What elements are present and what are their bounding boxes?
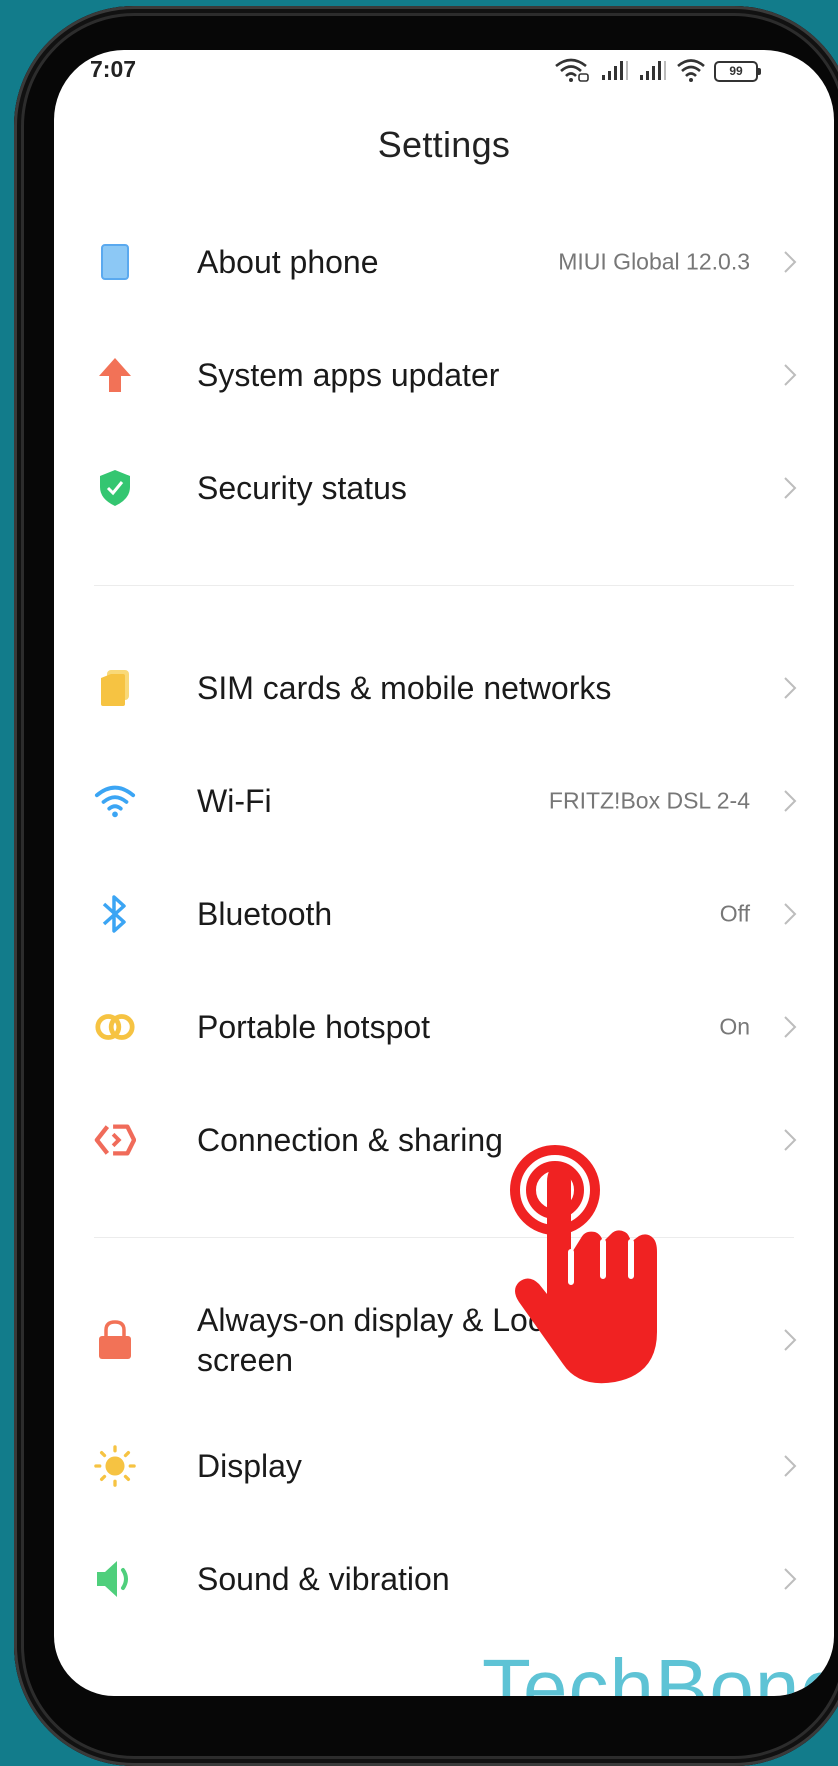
settings-item-value: On	[719, 1013, 750, 1040]
settings-item-portable-hotspot[interactable]: Portable hotspot On	[54, 977, 834, 1077]
settings-item-value: FRITZ!Box DSL 2-4	[548, 787, 750, 814]
chevron-right-icon	[784, 1329, 797, 1351]
lock-icon	[94, 1319, 136, 1361]
chevron-right-icon	[784, 1455, 797, 1477]
connection-sharing-icon	[94, 1119, 136, 1161]
sun-icon	[94, 1445, 136, 1487]
arrow-up-icon	[94, 354, 136, 396]
settings-item-label: Sound & vibration	[197, 1561, 450, 1597]
settings-screen: 7:07 99 Settings About phone MIUI Global…	[54, 50, 834, 1696]
settings-item-label-line2: screen	[197, 1342, 294, 1378]
chevron-right-icon	[784, 677, 797, 699]
shield-check-icon	[94, 467, 136, 509]
chevron-right-icon	[784, 1129, 797, 1151]
settings-item-label: Security status	[197, 470, 407, 506]
chevron-right-icon	[784, 790, 797, 812]
settings-item-connection-sharing[interactable]: Connection & sharing	[54, 1090, 834, 1190]
settings-item-wifi[interactable]: Wi-Fi FRITZ!Box DSL 2-4	[54, 751, 834, 851]
bluetooth-icon	[94, 893, 136, 935]
settings-item-system-apps-updater[interactable]: System apps updater	[54, 325, 834, 425]
battery-icon: 99	[714, 61, 761, 82]
chevron-right-icon	[784, 477, 797, 499]
tap-hand-icon	[510, 1145, 657, 1384]
settings-item-label-line1: Always-on display & Lock	[197, 1302, 560, 1338]
settings-item-label: About phone	[197, 244, 379, 280]
status-time: 7:07	[90, 56, 137, 82]
settings-item-label: System apps updater	[197, 357, 500, 393]
settings-item-about-phone[interactable]: About phone MIUI Global 12.0.3	[54, 212, 834, 312]
status-bar: 7:07 99	[54, 50, 834, 90]
wifi-icon	[677, 59, 705, 82]
settings-item-label: Always-on display & Lock screen	[197, 1300, 560, 1380]
settings-item-always-on-display[interactable]: Always-on display & Lock screen	[54, 1290, 834, 1390]
phone-icon	[94, 241, 136, 283]
signal-icon	[602, 61, 628, 80]
settings-item-label: Wi-Fi	[197, 783, 272, 819]
settings-item-display[interactable]: Display	[54, 1416, 834, 1516]
signal-icon	[640, 61, 666, 80]
settings-item-sim-cards[interactable]: SIM cards & mobile networks	[54, 638, 834, 738]
settings-item-label: Bluetooth	[197, 896, 333, 932]
settings-item-value: Off	[719, 900, 750, 927]
speaker-icon	[94, 1558, 136, 1600]
settings-item-label: Connection & sharing	[197, 1122, 503, 1158]
settings-item-value: MIUI Global 12.0.3	[558, 248, 750, 275]
chevron-right-icon	[784, 903, 797, 925]
settings-item-label: Display	[197, 1448, 302, 1484]
chevron-right-icon	[784, 1568, 797, 1590]
page-title: Settings	[377, 124, 511, 165]
settings-item-bluetooth[interactable]: Bluetooth Off	[54, 864, 834, 964]
hotspot-icon	[94, 1006, 136, 1048]
wifi-icon	[94, 780, 136, 822]
settings-item-security-status[interactable]: Security status	[54, 438, 834, 538]
watermark: TechBone	[482, 1643, 834, 1697]
wifi-calling-icon	[555, 58, 589, 82]
settings-item-label: SIM cards & mobile networks	[197, 670, 612, 706]
sim-card-icon	[94, 667, 136, 709]
chevron-right-icon	[784, 251, 797, 273]
section-divider	[94, 585, 794, 586]
settings-item-sound-vibration[interactable]: Sound & vibration	[54, 1529, 834, 1629]
settings-item-label: Portable hotspot	[197, 1009, 431, 1045]
chevron-right-icon	[784, 1016, 797, 1038]
chevron-right-icon	[784, 364, 797, 386]
